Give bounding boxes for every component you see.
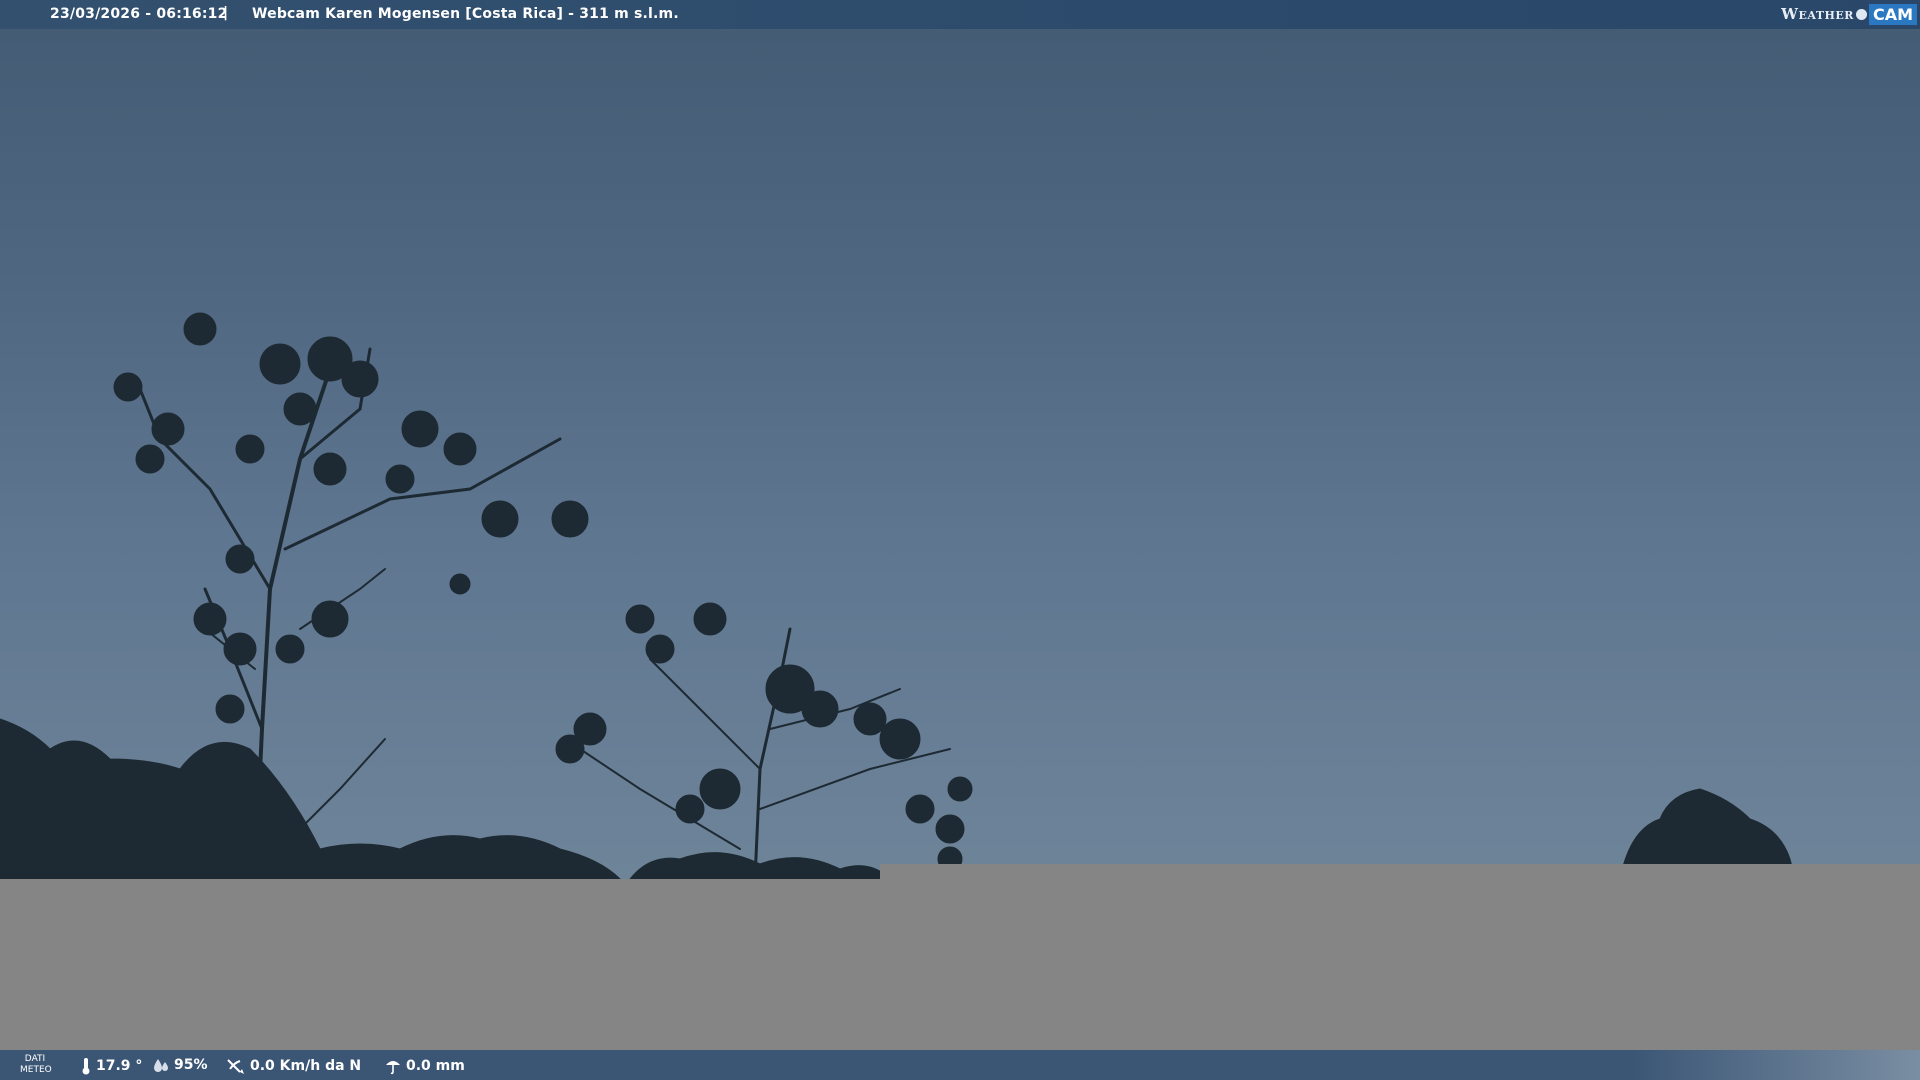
temperature-reading: 17.9 ° xyxy=(80,1057,142,1075)
header-separator: | xyxy=(223,5,229,21)
webcam-header-bar: 23/03/2026 - 06:16:12 | Webcam Karen Mog… xyxy=(0,0,1920,29)
logo-weather-text: Weather xyxy=(1781,5,1854,23)
temperature-value: 17.9 ° xyxy=(96,1058,143,1074)
wind-reading: 0.0 Km/h da N xyxy=(226,1057,361,1075)
webcam-title: Webcam Karen Mogensen [Costa Rica] - 311… xyxy=(252,6,679,22)
masked-region xyxy=(0,879,1920,1050)
webcam-timestamp: 23/03/2026 - 06:16:12 xyxy=(50,6,228,22)
wind-icon xyxy=(227,1059,244,1074)
rain-value: 0.0 mm xyxy=(406,1058,465,1074)
thermometer-icon xyxy=(82,1058,90,1075)
weather-data-bar: DATI METEO 17.9 ° 95% 0.0 Km/h da N 0.0 … xyxy=(0,1050,1920,1080)
humidity-icon xyxy=(154,1059,168,1072)
rain-reading: 0.0 mm xyxy=(384,1057,465,1075)
weather-bar-label: DATI METEO xyxy=(20,1054,52,1076)
weather-bar-label-line2: METEO xyxy=(20,1065,52,1075)
weather-bar-label-line1: DATI xyxy=(24,1054,46,1064)
rain-icon xyxy=(386,1061,400,1075)
logo-cam-text: CAM xyxy=(1868,3,1917,25)
webcam-image xyxy=(0,29,1920,881)
tree-silhouettes xyxy=(0,312,1796,881)
weathercam-logo: Weather CAM xyxy=(1781,3,1917,25)
humidity-reading: 95% xyxy=(152,1057,208,1073)
wind-value: 0.0 Km/h da N xyxy=(250,1058,362,1074)
humidity-value: 95% xyxy=(174,1057,208,1073)
masked-region-step xyxy=(880,864,1920,880)
logo-dot-icon xyxy=(1855,8,1867,20)
